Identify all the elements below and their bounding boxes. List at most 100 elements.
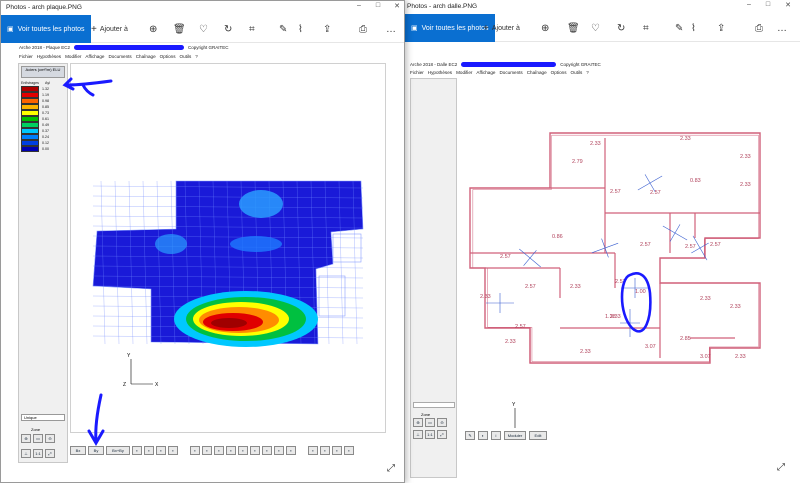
draw-icon[interactable]: ⌇: [691, 21, 696, 35]
window-title-left: Photos - arch plaque.PNG: [6, 4, 82, 11]
zoom-in-button[interactable]: ⊕: [413, 418, 423, 427]
edit-icon[interactable]: ✎: [675, 21, 683, 35]
zoom-icon[interactable]: ⊕: [541, 21, 549, 35]
axis-view-button[interactable]: ⊥: [413, 430, 423, 439]
fit-button[interactable]: ⤢: [437, 430, 447, 439]
favorite-icon[interactable]: ♡: [199, 22, 208, 36]
select-box[interactable]: [413, 402, 455, 408]
image-content-left: Arche 2018 - Plaque EC2 Copyright GRAITE…: [1, 43, 404, 482]
view-all-label: Voir toutes les photos: [17, 25, 85, 33]
title-bar-right: Photos - arch dalle.PNG – □ ✕: [405, 0, 800, 14]
draw-icon[interactable]: ⌇: [298, 22, 303, 36]
plan-value-label: 2.57: [525, 284, 536, 290]
photos-window-left: Photos - arch plaque.PNG – □ ✕ ▣ Voir to…: [0, 0, 405, 483]
plan-value-label: 3.07: [645, 344, 656, 350]
palette-icon[interactable]: ◐: [478, 431, 488, 440]
annotation-circle: [620, 272, 652, 333]
crop-icon[interactable]: ⌗: [249, 22, 255, 36]
plan-value-label: 2.57: [500, 254, 511, 260]
axis-y-label: Y: [512, 402, 516, 408]
right-menu-7[interactable]: Outils: [571, 70, 583, 75]
view-all-photos-button[interactable]: ▣ Voir toutes les photos: [405, 14, 495, 42]
scale-button[interactable]: 1:1: [425, 430, 435, 439]
plan-value-label: 2.57: [650, 190, 661, 196]
plan-value-label: 2.79: [572, 159, 583, 165]
edit-icon[interactable]: ✎: [279, 22, 287, 36]
plan-value-label: 2.85: [680, 336, 691, 342]
plan-value-label: 2.57: [710, 242, 721, 248]
reinforcement-mark: [669, 224, 681, 242]
plan-value-label: 2.33: [680, 136, 691, 142]
image-content-right: Arche 2018 - Dalle EC2 Copyright GRAITEC…: [405, 42, 800, 483]
plan-value-label: 1.00: [635, 289, 646, 295]
app-left-panel-right: Zone ⊕ ▭ ⊖ ⊥ 1:1 ⤢: [410, 78, 457, 478]
more-icon[interactable]: …: [777, 21, 787, 35]
minimize-icon[interactable]: –: [742, 1, 756, 8]
more-icon[interactable]: …: [386, 22, 396, 36]
share-icon[interactable]: ⇪: [717, 21, 725, 35]
maximize-icon[interactable]: □: [371, 2, 385, 9]
print-icon[interactable]: ⎙: [755, 21, 763, 35]
plan-value-label: 2.57: [685, 244, 696, 250]
add-to-button[interactable]: + Ajouter à: [483, 21, 520, 35]
view-buttons-right: ⊥ 1:1 ⤢: [413, 430, 447, 439]
add-to-button[interactable]: + Ajouter à: [91, 22, 128, 36]
plan-value-label: 0.86: [552, 234, 563, 240]
moduler-button[interactable]: Moduler: [504, 431, 526, 440]
delete-icon[interactable]: 🗑: [567, 21, 580, 35]
plan-value-label: 2.33: [505, 339, 516, 345]
share-icon[interactable]: ⇪: [323, 22, 331, 36]
right-menu-8[interactable]: ?: [586, 70, 589, 75]
pen-icon[interactable]: ✎: [465, 431, 475, 440]
title-bar-left: Photos - arch plaque.PNG – □ ✕: [1, 1, 404, 15]
expand-icon[interactable]: ⤢: [777, 462, 785, 473]
right-menu-5[interactable]: Chaînage: [527, 70, 547, 75]
crop-icon[interactable]: ⌗: [643, 21, 649, 35]
zone-label-right: Zone: [421, 412, 431, 417]
edit-button[interactable]: Edit: [529, 431, 547, 440]
print-icon[interactable]: ⎙: [359, 22, 367, 36]
plan-value-label: 2.33: [700, 296, 711, 302]
plan-value-label: 2.33: [480, 294, 491, 300]
rotate-icon[interactable]: ↻: [617, 21, 625, 35]
plan-value-label: 2.33: [570, 284, 581, 290]
app-menu-right: Fichier Hypothèses Modifier Affichage Docume…: [410, 70, 589, 75]
add-to-label: Ajouter à: [99, 25, 128, 33]
doc-title: Arche 2018 - Dalle EC2: [410, 62, 458, 67]
plan-value-label: 2.57: [640, 242, 651, 248]
right-menu-3[interactable]: Affichage: [476, 70, 495, 75]
plan-value-label: 2.33: [740, 154, 751, 160]
plan-value-label: 2.57: [515, 324, 526, 330]
plan-value-label: 2.33: [580, 349, 591, 355]
plan-value-label: 3.07: [700, 354, 711, 360]
right-menu-1[interactable]: Hypothèses: [428, 70, 452, 75]
right-menu-4[interactable]: Documents: [499, 70, 522, 75]
photos-window-right: Photos - arch dalle.PNG – □ ✕ ▣ Voir tou…: [405, 0, 800, 483]
add-to-label: Ajouter à: [491, 24, 520, 32]
plan-value-label: 2.33: [590, 141, 601, 147]
plus-icon: +: [91, 23, 97, 35]
plan-value-label: 1.38: [605, 314, 616, 320]
close-icon[interactable]: ✕: [781, 1, 795, 9]
photos-toolbar-right: ▣ Voir toutes les photos + Ajouter à ⊕ 🗑…: [405, 14, 800, 42]
maximize-icon[interactable]: □: [761, 1, 775, 8]
right-menu-6[interactable]: Options: [551, 70, 567, 75]
view-all-label: Voir toutes les photos: [421, 24, 489, 32]
window-title-right: Photos - arch dalle.PNG: [407, 3, 478, 10]
plan-value-label: 2.33: [735, 354, 746, 360]
delete-icon[interactable]: 🗑: [173, 22, 186, 36]
photos-toolbar-left: ▣ Voir toutes les photos + Ajouter à ⊕ 🗑…: [1, 15, 404, 43]
info-icon[interactable]: i: [491, 431, 501, 440]
right-menu-0[interactable]: Fichier: [410, 70, 424, 75]
favorite-icon[interactable]: ♡: [591, 21, 600, 35]
close-icon[interactable]: ✕: [390, 2, 404, 10]
plan-value-label: 2.33: [730, 304, 741, 310]
view-all-photos-button[interactable]: ▣ Voir toutes les photos: [1, 15, 91, 43]
rotate-icon[interactable]: ↻: [224, 22, 232, 36]
minimize-icon[interactable]: –: [352, 2, 366, 9]
zoom-out-button[interactable]: ⊖: [437, 418, 447, 427]
zoom-icon[interactable]: ⊕: [149, 22, 157, 36]
slab-plan-drawing: 2.33 2.33 2.33 2.79 0.83 2.33 2.57 2.57 0.86 2.57…: [469, 132, 761, 428]
right-menu-2[interactable]: Modifier: [456, 70, 472, 75]
zoom-window-button[interactable]: ▭: [425, 418, 435, 427]
